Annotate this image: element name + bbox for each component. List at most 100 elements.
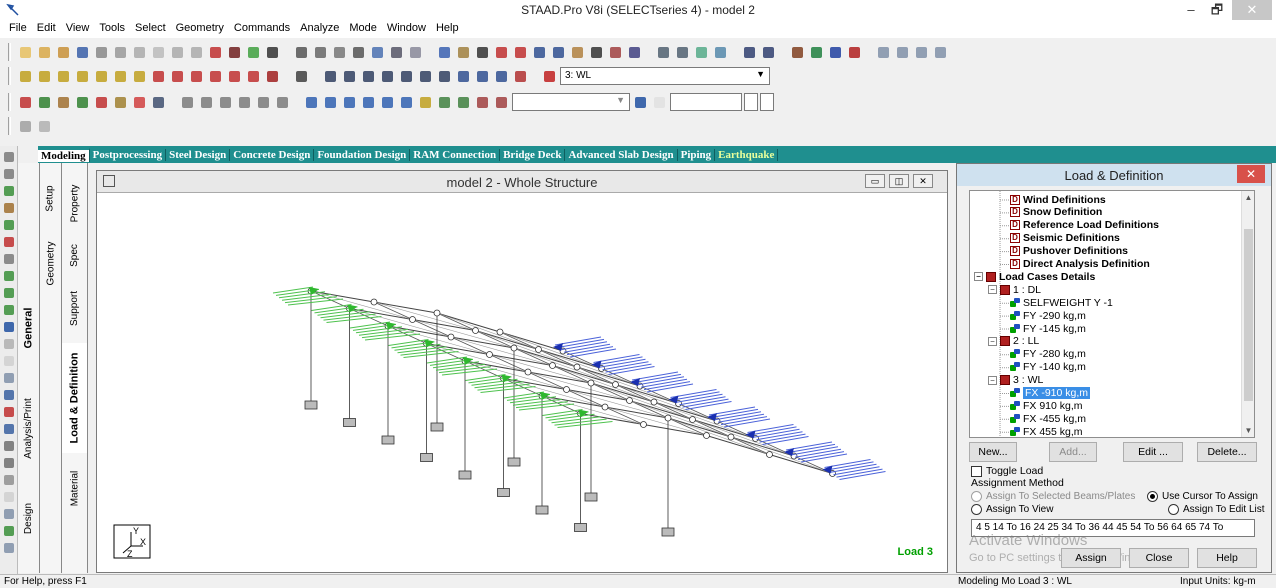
tab-modeling[interactable]: Modeling: [38, 147, 90, 162]
tree-scrollbar[interactable]: ▲ ▼: [1241, 191, 1254, 437]
delete-button[interactable]: Delete...: [1197, 442, 1257, 462]
display-window-icon[interactable]: [293, 68, 310, 85]
menu-select[interactable]: Select: [130, 20, 171, 38]
support-view-icon[interactable]: [2, 422, 16, 436]
tab-foundation-design[interactable]: Foundation Design: [314, 148, 411, 161]
spin-left-icon[interactable]: [226, 68, 243, 85]
dimension-icon[interactable]: [493, 44, 510, 61]
zoom-window-icon[interactable]: [322, 68, 339, 85]
rotate-down-icon[interactable]: [169, 68, 186, 85]
toolbar-grip[interactable]: [8, 93, 11, 111]
save-icon[interactable]: [74, 44, 91, 61]
bottom-view-icon[interactable]: [131, 68, 148, 85]
tab-postprocessing[interactable]: Postprocessing: [90, 148, 167, 161]
print-preview-icon[interactable]: [312, 44, 329, 61]
rotate-view-icon[interactable]: [264, 68, 281, 85]
window-icon[interactable]: [436, 44, 453, 61]
preview-report-icon[interactable]: [407, 44, 424, 61]
import-icon[interactable]: [932, 44, 949, 61]
load-view-icon[interactable]: [2, 388, 16, 402]
tab-advanced-slab-design[interactable]: Advanced Slab Design: [565, 148, 678, 161]
nodes-icon[interactable]: [2, 507, 16, 521]
label-icon[interactable]: [303, 94, 320, 111]
structure-model-drawing[interactable]: [103, 193, 943, 568]
panel-close-button[interactable]: ✕: [1237, 165, 1265, 183]
pan-icon[interactable]: [455, 68, 472, 85]
tree-node[interactable]: − Load Cases Details: [974, 270, 1095, 283]
open-folder-icon[interactable]: [55, 44, 72, 61]
member-icon[interactable]: [569, 44, 586, 61]
beams-icon[interactable]: [2, 524, 16, 538]
load-case-select[interactable]: 3: WL ▼: [560, 67, 770, 85]
rotate-up-icon[interactable]: [150, 68, 167, 85]
beam-add-icon[interactable]: [2, 269, 16, 283]
tree-node[interactable]: D Pushover Definitions: [1010, 245, 1128, 258]
surfaces-cursor-icon[interactable]: [74, 94, 91, 111]
toolbar-grip[interactable]: [8, 67, 11, 85]
output-view-icon[interactable]: [2, 456, 16, 470]
tree-node[interactable]: D Wind Definitions: [1010, 193, 1106, 206]
top-view-icon[interactable]: [112, 68, 129, 85]
symbols-icon[interactable]: [493, 94, 510, 111]
sketch-icon[interactable]: [36, 118, 53, 135]
menu-geometry[interactable]: Geometry: [171, 20, 229, 38]
radio-dot[interactable]: [1168, 504, 1179, 515]
new-button[interactable]: New...: [969, 442, 1017, 462]
redo-icon[interactable]: [188, 44, 205, 61]
vtab-support[interactable]: Support: [62, 278, 87, 338]
report-setup-icon[interactable]: [894, 44, 911, 61]
tab-steel-design[interactable]: Steel Design: [166, 148, 231, 161]
beam-numbers-icon[interactable]: [341, 94, 358, 111]
3d-rendering-icon[interactable]: [417, 94, 434, 111]
dynamic-zoom-icon[interactable]: [493, 68, 510, 85]
open-file-icon[interactable]: [36, 44, 53, 61]
front-view-icon[interactable]: [36, 68, 53, 85]
mdi-close-button[interactable]: ✕: [913, 174, 933, 188]
geometry-cursor-icon[interactable]: [112, 94, 129, 111]
menu-commands[interactable]: Commands: [229, 20, 295, 38]
radio-dot[interactable]: [1147, 491, 1158, 502]
physical-members-icon[interactable]: [131, 94, 148, 111]
help-button[interactable]: Help: [1197, 548, 1257, 568]
tab-ram-connection[interactable]: RAM Connection: [410, 148, 501, 161]
beams-cursor-icon[interactable]: [36, 94, 53, 111]
section-icon[interactable]: [436, 94, 453, 111]
zoom-in-icon[interactable]: [360, 68, 377, 85]
back-view-icon[interactable]: [55, 68, 72, 85]
vtab-analysis-print[interactable]: Analysis/Print: [18, 378, 39, 478]
insert-node-icon[interactable]: [255, 94, 272, 111]
property-view-icon[interactable]: [2, 405, 16, 419]
report-view-icon[interactable]: [2, 473, 16, 487]
add-beam-icon[interactable]: [274, 94, 291, 111]
vtab-general[interactable]: General: [18, 283, 39, 373]
tree-node[interactable]: FX -455 kg,m: [1010, 412, 1086, 425]
vtab-material[interactable]: Material: [62, 458, 87, 518]
tree-node[interactable]: D Snow Definition: [1010, 206, 1102, 219]
zoom-dynamic-icon[interactable]: [341, 68, 358, 85]
zoom-extents-icon[interactable]: [436, 68, 453, 85]
design-view-icon[interactable]: [2, 439, 16, 453]
load-values-icon[interactable]: [379, 94, 396, 111]
tree-node[interactable]: FY -290 kg,m: [1010, 309, 1086, 322]
shrink-icon[interactable]: [398, 94, 415, 111]
scroll-down-icon[interactable]: ▼: [1242, 426, 1254, 435]
vtab-design[interactable]: Design: [18, 483, 39, 553]
paste-icon[interactable]: [131, 44, 148, 61]
plus-minus-button[interactable]: [760, 93, 774, 111]
camera-icon[interactable]: [350, 44, 367, 61]
ruler-icon[interactable]: [455, 44, 472, 61]
menu-analyze[interactable]: Analyze: [295, 20, 344, 38]
radio-use-cursor[interactable]: Use Cursor To Assign: [1147, 491, 1258, 502]
plates-cursor-icon[interactable]: [55, 94, 72, 111]
plate-icon[interactable]: [674, 44, 691, 61]
isometric-view-icon[interactable]: [17, 68, 34, 85]
nodes-cursor-icon[interactable]: [17, 94, 34, 111]
copy-icon[interactable]: [93, 44, 110, 61]
flag-icon[interactable]: [512, 68, 529, 85]
cut-icon[interactable]: [112, 44, 129, 61]
toolbar-grip[interactable]: [8, 117, 11, 135]
tree-node[interactable]: FY -140 kg,m: [1010, 361, 1086, 374]
cylinder-icon[interactable]: [760, 44, 777, 61]
line-icon[interactable]: [2, 252, 16, 266]
mdi-restore-button[interactable]: ◫: [889, 174, 909, 188]
